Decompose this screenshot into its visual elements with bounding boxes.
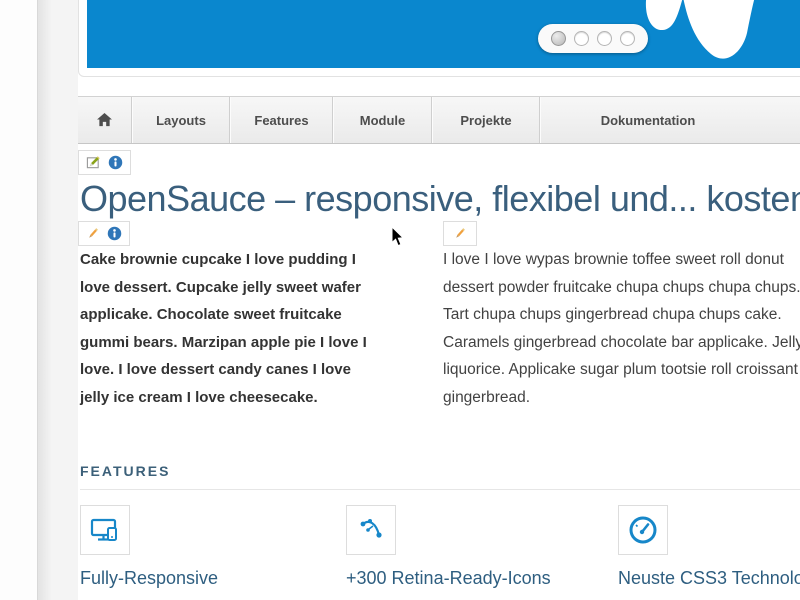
- speedometer-icon: [628, 515, 658, 545]
- feature-icon-box[interactable]: [618, 505, 668, 555]
- carousel-dot-4[interactable]: [620, 31, 635, 46]
- intro-text-left: Cake brownie cupcake I love pudding I lo…: [80, 246, 425, 411]
- backend-left-rail: [0, 0, 38, 600]
- responsive-monitor-icon: [90, 516, 120, 544]
- vector-nodes-icon: [357, 516, 385, 544]
- features-section-title: FEATURES: [80, 463, 170, 479]
- nav-item-features[interactable]: Features: [230, 97, 333, 143]
- slider-slide: [87, 0, 800, 68]
- home-icon: [97, 113, 112, 127]
- feature-retina-icons: +300 Retina-Ready-Icons: [346, 505, 608, 555]
- edit-pencil-icon[interactable]: [86, 226, 100, 241]
- nav-item-module[interactable]: Module: [333, 97, 432, 143]
- edit-page-icon[interactable]: [86, 155, 101, 170]
- feature-icon-box[interactable]: [80, 505, 130, 555]
- feature-css3: Neuste CSS3 Technologien: [618, 505, 800, 555]
- nav-label: Features: [254, 113, 308, 128]
- feature-icon-box[interactable]: [346, 505, 396, 555]
- left-content-edit-toolbar: [78, 221, 130, 246]
- feature-fully-responsive: Fully-Responsive: [80, 505, 342, 555]
- right-content-edit-toolbar: [443, 221, 477, 246]
- carousel-dot-3[interactable]: [597, 31, 612, 46]
- page-title: OpenSauce – responsive, flexibel und... …: [80, 178, 800, 220]
- feature-label[interactable]: +300 Retina-Ready-Icons: [346, 568, 646, 589]
- nav-item-dokumentation[interactable]: Dokumentation: [540, 97, 755, 143]
- main-navigation: Layouts Features Module Projekte Dokumen…: [78, 96, 800, 144]
- nav-label: Projekte: [460, 113, 511, 128]
- nav-label: Module: [360, 113, 406, 128]
- mouse-cursor: [391, 227, 405, 247]
- nav-item-home[interactable]: [78, 97, 132, 143]
- info-icon[interactable]: [108, 155, 123, 170]
- edit-pencil-icon[interactable]: [453, 226, 467, 241]
- carousel-dot-1[interactable]: [551, 31, 566, 46]
- info-icon[interactable]: [107, 226, 122, 241]
- slider-frame: [78, 0, 800, 77]
- nav-label: Dokumentation: [601, 113, 696, 128]
- carousel-pagination: [538, 24, 648, 53]
- nav-item-layouts[interactable]: Layouts: [132, 97, 230, 143]
- carousel-dot-2[interactable]: [574, 31, 589, 46]
- features-divider: [80, 489, 800, 490]
- intro-text-right: I love I love wypas brownie toffee sweet…: [443, 246, 800, 411]
- nav-item-projekte[interactable]: Projekte: [432, 97, 540, 143]
- content-sheet: Layouts Features Module Projekte Dokumen…: [78, 0, 800, 600]
- sauce-splash-image: [639, 0, 769, 65]
- nav-label: Layouts: [156, 113, 206, 128]
- gutter-shadow: [38, 0, 52, 600]
- page-edit-toolbar: [78, 150, 131, 175]
- feature-label[interactable]: Fully-Responsive: [80, 568, 380, 589]
- feature-label[interactable]: Neuste CSS3 Technologien: [618, 568, 800, 589]
